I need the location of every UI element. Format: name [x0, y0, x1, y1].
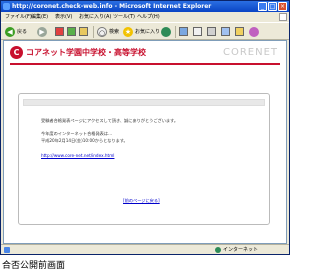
stop-icon — [55, 27, 64, 36]
edit-button[interactable] — [221, 26, 230, 37]
menu-edit[interactable]: 編集(E) — [31, 12, 48, 22]
search-label: 検索 — [109, 29, 120, 35]
back-button[interactable]: ◀ 戻る — [5, 26, 27, 37]
stop-button[interactable] — [55, 26, 64, 37]
favorites-label: お気に入り — [135, 29, 161, 35]
internet-zone-icon — [215, 247, 221, 253]
refresh-button[interactable] — [67, 26, 76, 37]
back-label: 戻る — [17, 29, 28, 35]
history-button[interactable] — [179, 26, 188, 37]
maximize-button[interactable]: □ — [268, 2, 277, 11]
minimize-button[interactable]: _ — [258, 2, 267, 11]
forward-button[interactable]: ▶ — [37, 26, 47, 37]
title-bar: http://coronet.check-web.info - Microsof… — [1, 1, 289, 12]
window-controls: _ □ × — [258, 2, 287, 11]
menu-view[interactable]: 表示(V) — [55, 12, 72, 22]
school-name: コアネット学園中学校・高等学校 — [26, 48, 146, 57]
media-icon — [161, 26, 171, 37]
zone-label: インターネット — [223, 247, 259, 253]
release-date-message: 平成20年2月14日(金)10:00からとなります。 — [41, 138, 128, 143]
ie-icon — [3, 3, 10, 10]
search-button[interactable]: ○ 検索 — [97, 26, 119, 37]
site-header: C コアネット学園中学校・高等学校 CORENET — [10, 44, 280, 62]
status-bar: インターネット — [1, 244, 289, 254]
refresh-icon — [67, 27, 76, 36]
favorites-star-icon: ★ — [123, 26, 133, 37]
thanks-message: 受験者合格発表ページにアクセスして頂き、誠にありがとうございます。 — [41, 118, 179, 123]
toolbar: ◀ 戻る ▶ ○ 検索 ★ お気に入り — [1, 22, 289, 40]
toolbar-separator — [93, 26, 94, 38]
school-logo-icon: C — [10, 46, 23, 59]
close-button[interactable]: × — [278, 2, 287, 11]
media-button[interactable] — [161, 26, 171, 37]
toolbar-separator — [175, 26, 176, 38]
edit-icon — [221, 27, 230, 36]
header-divider — [10, 63, 280, 65]
window-title: http://coronet.check-web.info - Microsof… — [12, 3, 212, 10]
windows-logo-icon — [279, 13, 287, 21]
search-icon: ○ — [97, 26, 107, 37]
notice-message: 今年度のインターネット合格発表は… — [41, 131, 113, 136]
messenger-button[interactable] — [249, 26, 259, 37]
previous-page-link[interactable]: [前のページに戻る] — [123, 198, 160, 204]
site-url-link[interactable]: http://www.core-net.net/index.html — [41, 153, 114, 158]
menu-bar: ファイル(F) 編集(E) 表示(V) お気に入り(A) ツール(T) ヘルプ(… — [1, 12, 289, 22]
menu-file[interactable]: ファイル(F) — [5, 12, 32, 22]
home-icon — [79, 27, 88, 36]
panel-header-bar — [23, 99, 265, 106]
history-icon — [179, 27, 188, 36]
announcement-panel: 受験者合格発表ページにアクセスして頂き、誠にありがとうございます。 今年度のイン… — [18, 93, 270, 225]
page-content: C コアネット学園中学校・高等学校 CORENET 受験者合格発表ページにアクセ… — [3, 40, 287, 244]
mail-icon — [193, 27, 202, 36]
home-button[interactable] — [79, 26, 88, 37]
messenger-icon — [249, 26, 259, 37]
menu-favorites[interactable]: お気に入り(A) — [79, 12, 111, 22]
menu-help[interactable]: ヘルプ(H) — [137, 12, 160, 22]
mail-button[interactable] — [193, 26, 202, 37]
browser-window: http://coronet.check-web.info - Microsof… — [0, 0, 290, 255]
brand-wordmark: CORENET — [222, 47, 278, 58]
forward-arrow-icon: ▶ — [37, 26, 47, 37]
print-icon — [207, 27, 216, 36]
back-arrow-icon: ◀ — [5, 26, 15, 37]
page-status-icon — [4, 247, 10, 253]
print-button[interactable] — [207, 26, 216, 37]
folder-icon — [235, 27, 244, 36]
screenshot-caption: 合否公開前画面 — [2, 261, 66, 271]
menu-tools[interactable]: ツール(T) — [113, 12, 135, 22]
favorites-button[interactable]: ★ お気に入り — [123, 26, 160, 37]
folder-button[interactable] — [235, 26, 244, 37]
